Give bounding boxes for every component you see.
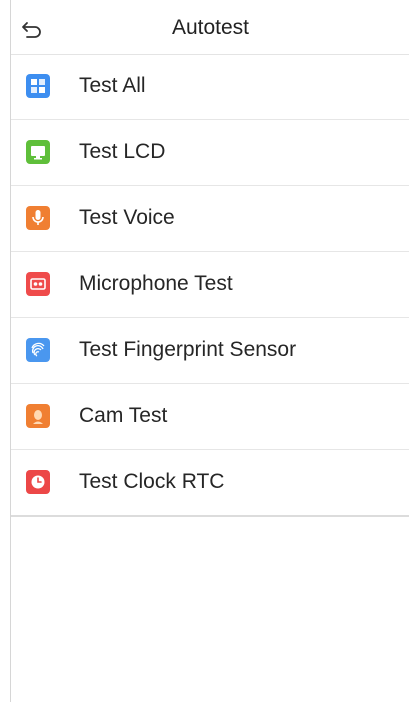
menu-item-label: Test Fingerprint Sensor <box>79 338 297 361</box>
page-title: Autotest <box>171 16 250 39</box>
fingerprint-icon <box>26 338 50 362</box>
menu-item-test-lcd[interactable]: Test LCD <box>11 120 409 186</box>
grid-icon <box>26 74 50 98</box>
header-bar: Autotest <box>11 0 409 55</box>
menu-item-label: Test Voice <box>79 206 175 229</box>
menu-item-label: Test LCD <box>79 140 166 163</box>
autotest-screen: Autotest Test All Test LCD Test Voice Mi… <box>10 0 409 702</box>
menu-item-label: Microphone Test <box>79 272 233 295</box>
menu-item-label: Cam Test <box>79 404 168 427</box>
cassette-icon <box>26 272 50 296</box>
menu-item-label: Test Clock RTC <box>79 470 225 493</box>
autotest-menu: Test All Test LCD Test Voice Microphone … <box>11 54 409 517</box>
menu-item-microphone-test[interactable]: Microphone Test <box>11 252 409 318</box>
menu-item-label: Test All <box>79 74 146 97</box>
menu-item-test-voice[interactable]: Test Voice <box>11 186 409 252</box>
menu-item-test-fingerprint-sensor[interactable]: Test Fingerprint Sensor <box>11 318 409 384</box>
menu-item-test-clock-rtc[interactable]: Test Clock RTC <box>11 450 409 517</box>
face-icon <box>26 404 50 428</box>
menu-item-cam-test[interactable]: Cam Test <box>11 384 409 450</box>
monitor-icon <box>26 140 50 164</box>
microphone-icon <box>26 206 50 230</box>
menu-item-test-all[interactable]: Test All <box>11 54 409 120</box>
clock-icon <box>26 470 50 494</box>
